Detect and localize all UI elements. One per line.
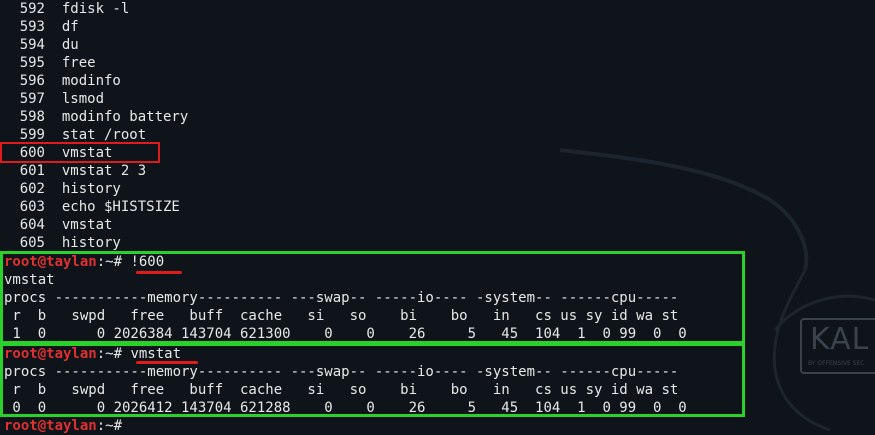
history-cmd: vmstat 2 3: [61, 163, 147, 179]
history-line: 592 fdisk -l: [4, 0, 130, 18]
history-num: 596: [19, 73, 45, 89]
history-num: 599: [19, 127, 45, 143]
history-line: 593 df: [4, 18, 79, 36]
history-cmd: stat /root: [61, 127, 147, 143]
history-line: 603 echo $HISTSIZE: [4, 198, 180, 216]
prompt-user-host: root@taylan: [4, 346, 97, 362]
history-line: 604 vmstat: [4, 216, 113, 234]
history-cmd: df: [61, 19, 79, 35]
history-cmd: vmstat: [61, 217, 113, 233]
history-line: 597 lsmod: [4, 90, 104, 108]
history-line: 598 modinfo battery: [4, 108, 189, 126]
history-num: 600: [19, 145, 45, 161]
history-cmd: echo $HISTSIZE: [61, 199, 180, 215]
history-num: 604: [19, 217, 45, 233]
prompt-path: :~#: [96, 346, 131, 362]
command-echo: vmstat: [4, 272, 55, 288]
history-cmd: vmstat: [61, 145, 113, 161]
vmstat-header-groups: procs -----------memory---------- ---swa…: [4, 290, 679, 306]
history-line: 595 free: [4, 54, 96, 72]
terminal-cursor: [130, 417, 139, 432]
prompt-line: root@taylan:~# !600: [4, 253, 164, 271]
kali-logo: KAL BY OFFENSIVE SEC: [800, 318, 875, 374]
history-line: 596 modinfo: [4, 72, 121, 90]
command-underline: [136, 361, 198, 364]
history-cmd: lsmod: [61, 91, 105, 107]
command-underline: [136, 271, 182, 274]
command-text: vmstat: [130, 346, 182, 362]
history-num: 603: [19, 199, 45, 215]
active-prompt-line[interactable]: root@taylan:~#: [4, 417, 139, 435]
history-cmd: history: [61, 235, 121, 251]
history-line-highlighted: 600 vmstat: [4, 144, 113, 162]
kali-logo-text: KAL: [810, 322, 870, 357]
history-num: 601: [19, 163, 45, 179]
prompt-path: :~#: [96, 254, 131, 270]
history-line: 599 stat /root: [4, 126, 146, 144]
vmstat-header-groups: procs -----------memory---------- ---swa…: [4, 364, 679, 380]
history-cmd: history: [61, 181, 121, 197]
prompt-user-host: root@taylan: [4, 254, 97, 270]
history-line: 594 du: [4, 36, 79, 54]
history-num: 593: [19, 19, 45, 35]
kali-logo-subtitle: BY OFFENSIVE SEC: [808, 360, 865, 367]
history-line: 602 history: [4, 180, 121, 198]
vmstat-header-columns: r b swpd free buff cache si so bi bo in …: [4, 308, 679, 324]
prompt-user-host: root@taylan: [4, 418, 97, 434]
history-cmd: free: [61, 55, 96, 71]
history-line: 605 history: [4, 234, 121, 252]
vmstat-values: 1 0 0 2026384 143704 621300 0 0 26 5 45 …: [4, 326, 687, 342]
command-text: !600: [130, 254, 165, 270]
history-cmd: modinfo: [61, 73, 121, 89]
history-line: 601 vmstat 2 3: [4, 162, 146, 180]
vmstat-values: 0 0 0 2026412 143704 621288 0 0 26 5 45 …: [4, 400, 687, 416]
history-num: 597: [19, 91, 45, 107]
prompt-path: :~#: [96, 418, 131, 434]
history-num: 594: [19, 37, 45, 53]
history-num: 598: [19, 109, 45, 125]
history-num: 592: [19, 1, 45, 17]
history-num: 595: [19, 55, 45, 71]
history-num: 605: [19, 235, 45, 251]
history-num: 602: [19, 181, 45, 197]
history-cmd: fdisk -l: [61, 1, 130, 17]
vmstat-header-columns: r b swpd free buff cache si so bi bo in …: [4, 382, 679, 398]
history-cmd: modinfo battery: [61, 109, 189, 125]
history-cmd: du: [61, 37, 79, 53]
